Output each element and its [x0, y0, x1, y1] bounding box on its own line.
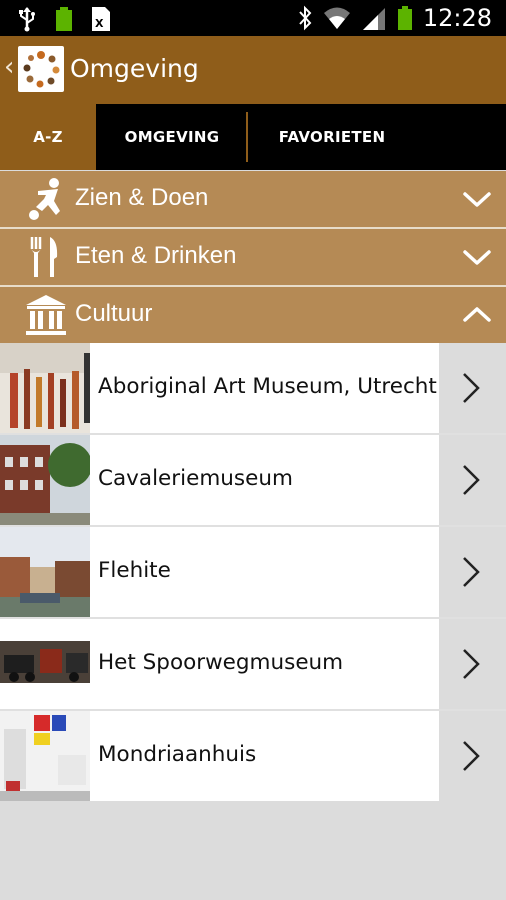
chevron-right-icon — [463, 649, 480, 679]
tab-favorieten[interactable]: FAVORIETEN — [248, 104, 416, 170]
open-detail-button[interactable] — [439, 619, 506, 709]
open-detail-button[interactable] — [439, 343, 506, 433]
category-label: Zien & Doen — [75, 184, 209, 211]
category-label: Eten & Drinken — [75, 242, 237, 269]
page-title: Omgeving — [70, 54, 199, 83]
list-item[interactable]: Aboriginal Art Museum, Utrecht — [0, 343, 506, 433]
bluetooth-icon — [299, 5, 312, 31]
back-chevron-icon[interactable]: ‹ — [4, 54, 14, 80]
museum-thumbnail — [0, 711, 90, 801]
app-logo-icon[interactable] — [18, 46, 64, 92]
item-label: Aboriginal Art Museum, Utrecht — [98, 374, 437, 399]
category-label: Cultuur — [75, 300, 153, 327]
fork-knife-icon — [30, 237, 58, 277]
battery-icon — [397, 6, 412, 30]
chevron-right-icon — [463, 373, 480, 403]
item-label: Flehite — [98, 558, 171, 583]
item-label: Het Spoorwegmuseum — [98, 650, 344, 675]
list-item[interactable]: Mondriaanhuis — [0, 711, 506, 801]
museum-thumbnail — [0, 527, 90, 617]
excel-icon: X — [92, 7, 110, 31]
item-label: Cavaleriemuseum — [98, 466, 293, 491]
chevron-up-icon — [463, 307, 491, 322]
tab-divider — [246, 112, 248, 162]
museum-thumbnail — [0, 343, 90, 433]
chevron-down-icon — [463, 250, 491, 265]
usb-icon — [19, 7, 35, 32]
action-bar: ‹ Omgeving — [0, 36, 506, 104]
chevron-down-icon — [463, 192, 491, 207]
open-detail-button[interactable] — [439, 711, 506, 801]
battery-full-icon — [56, 7, 72, 31]
category-cultuur[interactable]: Cultuur — [0, 287, 506, 343]
category-zien-doen[interactable]: Zien & Doen — [0, 171, 506, 227]
status-bar: X 12:28 — [0, 0, 506, 36]
category-eten-drinken[interactable]: Eten & Drinken — [0, 229, 506, 285]
museum-thumbnail — [0, 435, 90, 525]
chevron-right-icon — [463, 741, 480, 771]
chevron-right-icon — [463, 557, 480, 587]
sports-icon — [29, 178, 60, 220]
tab-bar: A-Z OMGEVING FAVORIETEN — [0, 104, 506, 170]
list-item[interactable]: Het Spoorwegmuseum — [0, 619, 506, 709]
list-item[interactable]: Cavaleriemuseum — [0, 435, 506, 525]
clock: 12:28 — [422, 4, 492, 32]
wifi-icon — [323, 7, 350, 29]
tab-omgeving[interactable]: OMGEVING — [96, 104, 248, 170]
svg-text:X: X — [95, 17, 104, 30]
list-item[interactable]: Flehite — [0, 527, 506, 617]
tab-a-z[interactable]: A-Z — [0, 104, 96, 170]
item-label: Mondriaanhuis — [98, 742, 257, 767]
open-detail-button[interactable] — [439, 435, 506, 525]
museum-thumbnail — [0, 619, 90, 709]
signal-icon — [362, 8, 385, 30]
open-detail-button[interactable] — [439, 527, 506, 617]
chevron-right-icon — [463, 465, 480, 495]
museum-icon — [26, 295, 66, 335]
